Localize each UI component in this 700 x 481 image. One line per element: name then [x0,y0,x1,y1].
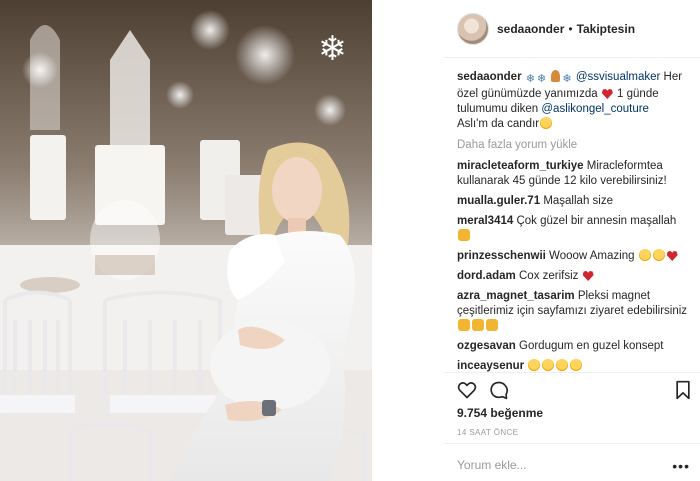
header-username[interactable]: sedaaonder [497,22,564,36]
pointing-emoji-icon [458,319,470,331]
load-more-comments-link[interactable]: Daha fazla yorum yükle [457,138,693,153]
heart-eyes-emoji-icon [570,359,583,371]
comment-username[interactable]: dord.adam [457,270,516,282]
bookmark-icon[interactable] [673,380,693,400]
comment-item: prinzesschenwii Wooow Amazing [457,249,693,264]
heart-eyes-emoji-icon [556,359,569,371]
comment-item: meral3414 Çok güzel bir annesin maşallah [457,214,693,244]
more-options-icon[interactable]: ••• [672,458,690,474]
caption-text-3: Aslı'm da candır [457,118,540,130]
caption: sedaaonder ❄ ❄ ❄ @ssvisualmaker Her özel … [457,70,693,132]
comment-text: Maşallah size [543,195,613,207]
post-header: sedaaonder • Takiptesin [457,12,635,46]
post-photo-illustration: ❄ [0,0,372,481]
comment-item: miracleteaform_turkiye Miracleformtea ku… [457,159,693,189]
comment-username[interactable]: ozgesavan [457,340,516,352]
comment-username[interactable]: mualla.guler.71 [457,195,540,207]
comment-item: azra_magnet_tasarim Pleksi magnet çeşitl… [457,289,693,334]
caption-mention-aslikongel[interactable]: @aslikongel_couture [541,103,649,115]
comment-username[interactable]: miracleteaform_turkiye [457,160,584,172]
comment-item: dord.adam Cox zerifsiz [457,269,693,284]
snowflake-emoji-icon: ❄ [525,73,535,85]
thumbs-up-emoji-icon [458,229,470,241]
heart-emoji-icon [666,251,678,261]
follow-status-button[interactable]: Takiptesin [577,22,635,36]
astonished-emoji-icon [638,249,651,261]
avatar[interactable] [457,13,489,45]
comment-username[interactable]: meral3414 [457,215,513,227]
heart-eyes-emoji-icon [542,359,555,371]
comment-item: ozgesavan Gordugum en guzel konsept [457,339,693,354]
comment-icon[interactable] [489,380,509,400]
caption-mention-ssvisualmaker[interactable]: @ssvisualmaker [576,71,661,83]
snowflake-emoji-icon: ❄ [562,73,572,85]
pointing-emoji-icon [486,319,498,331]
comment-text: Cox zerifsiz [519,270,579,282]
comments-list: sedaaonder ❄ ❄ ❄ @ssvisualmaker Her özel … [457,70,693,379]
comment-username[interactable]: inceaysenur [457,360,524,372]
snowflake-emoji-icon: ❄ [536,73,547,85]
heart-eyes-emoji-icon [528,359,541,371]
comment-text: Çok güzel bir annesin maşallah [516,215,677,227]
heart-emoji-icon [601,89,613,99]
girl-emoji-icon [551,70,561,82]
actions-divider [443,372,700,373]
astonished-emoji-icon [652,249,665,261]
heart-icon[interactable] [457,380,477,400]
header-divider [443,57,700,58]
post-panel: sedaaonder • Takiptesin sedaaonder ❄ ❄ ❄ … [443,0,700,481]
comment-item: mualla.guler.71 Maşallah size [457,194,693,209]
post-photo[interactable]: ❄ [0,0,372,481]
comment-username[interactable]: azra_magnet_tasarim [457,290,575,302]
comment-text: Wooow Amazing [549,250,635,262]
heart-emoji-icon [582,271,594,281]
svg-text:❄: ❄ [318,29,347,69]
input-divider [443,443,700,444]
smile-emoji-icon [540,117,553,129]
pointing-emoji-icon [472,319,484,331]
header-separator: • [568,22,573,36]
comment-text: Gordugum en guzel konsept [519,340,664,352]
caption-username[interactable]: sedaaonder [457,71,522,83]
comment-input[interactable]: Yorum ekle... [457,458,527,472]
post-timestamp: 14 SAAT ÖNCE [457,428,519,437]
action-bar [457,380,693,402]
likes-count[interactable]: 9.754 beğenme [457,406,543,420]
comment-username[interactable]: prinzesschenwii [457,250,546,262]
